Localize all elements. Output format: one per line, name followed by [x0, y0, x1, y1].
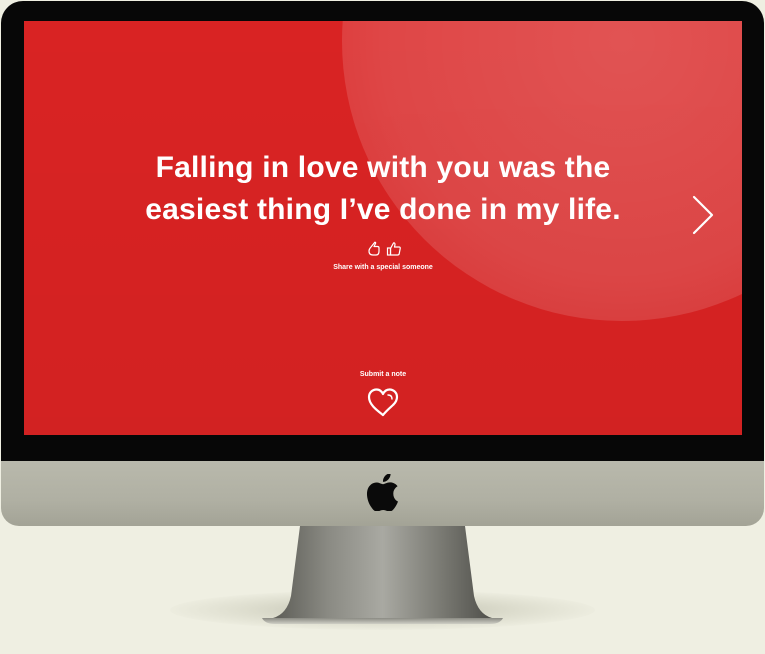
- share-reactions: [364, 241, 404, 259]
- quote-line-1: Falling in love with you was the: [155, 151, 611, 184]
- chevron-right-icon[interactable]: [688, 195, 716, 235]
- monitor-screen: Falling in love with you was the easiest…: [24, 21, 742, 435]
- love-note-quote: Falling in love with you was the easiest…: [84, 147, 682, 231]
- page-stage: Falling in love with you was the easiest…: [0, 0, 765, 654]
- submit-note-label[interactable]: Submit a note: [333, 371, 433, 378]
- apple-logo-icon: [366, 474, 398, 511]
- monitor-stand: [262, 526, 503, 624]
- heart-icon[interactable]: [366, 386, 400, 418]
- hand-wave-icon[interactable]: [366, 241, 382, 257]
- thumbs-up-icon[interactable]: [386, 241, 402, 257]
- quote-line-2: easiest thing I’ve done in my life.: [145, 193, 621, 226]
- share-caption[interactable]: Share with a special someone: [283, 264, 483, 271]
